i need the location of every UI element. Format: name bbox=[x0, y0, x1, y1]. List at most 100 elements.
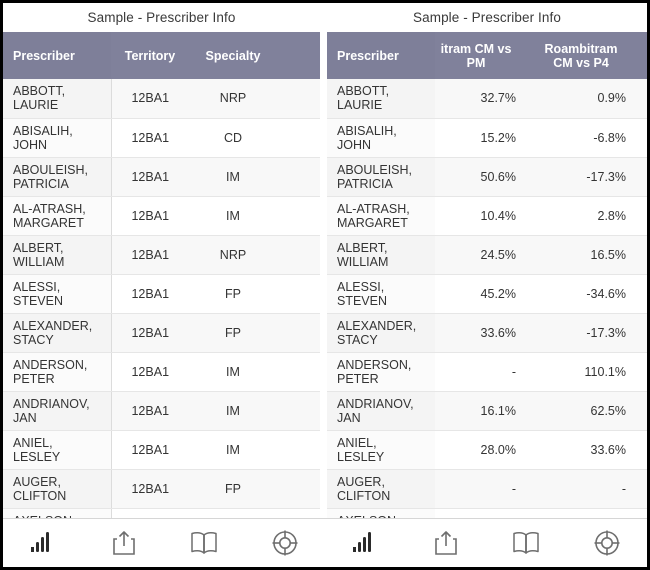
left-col-header-prescriber[interactable]: Prescriber bbox=[3, 32, 111, 79]
toolbar-right-group bbox=[325, 519, 647, 567]
right-col-header-metric-1[interactable]: itram CM vs PM bbox=[426, 32, 526, 79]
table-row[interactable]: AUGER, CLIFTON - - bbox=[327, 469, 647, 509]
table-row[interactable]: ANIEL, LESLEY28.0%33.6%- bbox=[327, 430, 647, 470]
table-row[interactable]: ABISALIH, JOHN 15.2% -6.8% bbox=[327, 118, 647, 158]
cell-metric-1: 50.6% bbox=[426, 157, 526, 197]
table-row[interactable]: AUGER, CLIFTON12BA1FPFARM bbox=[3, 469, 320, 509]
cell-city: ROC bbox=[277, 352, 320, 392]
cell-metric-2: 0.9% bbox=[526, 79, 636, 119]
left-col-header-territory[interactable]: Territory bbox=[111, 32, 189, 79]
cell-prescriber: AXELSON, ROBERT bbox=[3, 508, 112, 518]
target-icon bbox=[272, 530, 298, 556]
right-data-table: Prescriber itram CM vs PM Roambitram CM … bbox=[327, 32, 647, 518]
table-row[interactable]: ABISALIH, JOHN12BA1CDAU bbox=[3, 118, 320, 158]
cell-metric-3 bbox=[636, 508, 647, 518]
cell-specialty: NRP bbox=[189, 235, 277, 275]
table-row[interactable]: ANIEL, LESLEY12BA1IMRU bbox=[3, 430, 320, 470]
book-button[interactable] bbox=[498, 523, 554, 563]
cell-specialty: FP bbox=[189, 313, 277, 353]
cell-metric-3 bbox=[636, 118, 647, 158]
table-row[interactable]: AL-ATRASH, MARGARET12BA1IMBA bbox=[3, 196, 320, 236]
cell-territory: 12BA1 bbox=[111, 352, 189, 392]
share-button[interactable] bbox=[418, 523, 474, 563]
book-button[interactable] bbox=[176, 523, 232, 563]
table-row[interactable]: ALBERT, WILLIAM24.5%16.5%1,1 bbox=[327, 235, 647, 275]
cell-specialty: CD bbox=[189, 118, 277, 158]
right-col-header-metric-2[interactable]: Roambitram CM vs P4 bbox=[526, 32, 636, 79]
cell-metric-2: -17.3% bbox=[526, 313, 636, 353]
cell-metric-1: 28.0% bbox=[426, 430, 526, 470]
left-grid-scroll-area[interactable]: Prescriber Territory Specialty C ABBOTT,… bbox=[3, 32, 320, 518]
right-grid-scroll-area[interactable]: Prescriber itram CM vs PM Roambitram CM … bbox=[327, 32, 647, 518]
cell-specialty: NRP bbox=[189, 508, 277, 518]
table-row[interactable]: ABBOTT, LAURIE 32.7% 0.9% bbox=[327, 79, 647, 119]
cell-specialty: FP bbox=[189, 469, 277, 509]
cell-city: PRES bbox=[277, 313, 320, 353]
cell-metric-1: 32.7% bbox=[426, 79, 526, 119]
chart-button[interactable] bbox=[15, 523, 71, 563]
cell-prescriber: ANDRIANOV, JAN bbox=[3, 391, 112, 431]
cell-city: BA bbox=[277, 196, 320, 236]
left-data-table: Prescriber Territory Specialty C ABBOTT,… bbox=[3, 32, 320, 518]
cell-prescriber: ABOULEISH, PATRICIA bbox=[3, 157, 112, 197]
left-col-header-specialty[interactable]: Specialty bbox=[189, 32, 277, 79]
cell-territory: 12BA1 bbox=[111, 469, 189, 509]
table-row[interactable]: ANDRIANOV, JAN16.1%62.5%- bbox=[327, 391, 647, 431]
cell-metric-1: 45.2% bbox=[426, 274, 526, 314]
left-table-body: ABBOTT, LAURIE12BA1NRPWATABISALIH, JOHN1… bbox=[3, 79, 320, 518]
cell-specialty: IM bbox=[189, 352, 277, 392]
cell-territory: 12BA1 bbox=[111, 235, 189, 275]
cell-prescriber: ABISALIH, JOHN bbox=[3, 118, 112, 158]
right-table-body: ABBOTT, LAURIE 32.7% 0.9% ABISALIH, JOHN 15.… bbox=[327, 79, 647, 518]
cell-prescriber: ABBOTT, LAURIE bbox=[327, 79, 436, 119]
app-window: Sample - Prescriber Info Prescriber Terr… bbox=[0, 0, 650, 570]
table-row[interactable]: ALEXANDER, STACY12BA1FPPRES bbox=[3, 313, 320, 353]
cell-city: RU bbox=[277, 430, 320, 470]
cell-metric-3: - bbox=[636, 430, 647, 470]
table-row[interactable]: ANDERSON, PETER12BA1IMROC bbox=[3, 352, 320, 392]
cell-specialty: IM bbox=[189, 430, 277, 470]
table-row[interactable]: AL-ATRASH, MARGARET10.4%2.8%1 bbox=[327, 196, 647, 236]
cell-specialty: NRP bbox=[189, 79, 277, 119]
table-row[interactable]: ANDERSON, PETER -110.1% bbox=[327, 352, 647, 392]
cell-metric-2: - bbox=[526, 469, 636, 509]
table-row[interactable]: ALEXANDER, STACY33.6%-17.3%-1 bbox=[327, 313, 647, 353]
cell-territory: 12BA1 bbox=[111, 391, 189, 431]
left-col-header-city[interactable]: C bbox=[277, 32, 320, 79]
cell-metric-3: 1,1 bbox=[636, 235, 647, 275]
cell-prescriber: ANIEL, LESLEY bbox=[3, 430, 112, 470]
cell-metric-3 bbox=[636, 274, 647, 314]
cell-metric-2: 33.6% bbox=[526, 430, 636, 470]
table-row[interactable]: AXELSON, ROBERT-- bbox=[327, 508, 647, 518]
target-button[interactable] bbox=[257, 523, 313, 563]
cell-metric-2: 2.8% bbox=[526, 196, 636, 236]
cell-prescriber: ANIEL, LESLEY bbox=[327, 430, 436, 470]
table-row[interactable]: ABBOTT, LAURIE12BA1NRPWAT bbox=[3, 79, 320, 119]
table-row[interactable]: ANDRIANOV, JAN12BA1IMMAD bbox=[3, 391, 320, 431]
table-row[interactable]: ABOULEISH, PATRICIA12BA1IMHO bbox=[3, 157, 320, 197]
cell-metric-1: 16.1% bbox=[426, 391, 526, 431]
book-icon bbox=[190, 531, 218, 555]
cell-city: LEV bbox=[277, 235, 320, 275]
right-col-header-metric-3[interactable]: Prextrol CM bbox=[636, 32, 647, 79]
cell-specialty: FP bbox=[189, 274, 277, 314]
table-row[interactable]: ALESSI, STEVEN 45.2% -34.6% bbox=[327, 274, 647, 314]
share-button[interactable] bbox=[96, 523, 152, 563]
cell-metric-2: 110.1% bbox=[526, 352, 636, 392]
cell-city: HO bbox=[277, 157, 320, 197]
cell-prescriber: ALESSI, STEVEN bbox=[327, 274, 436, 314]
cell-prescriber: ALEXANDER, STACY bbox=[3, 313, 112, 353]
target-button[interactable] bbox=[579, 523, 635, 563]
chart-button[interactable] bbox=[337, 523, 393, 563]
table-row[interactable]: ALBERT, WILLIAM12BA1NRPLEV bbox=[3, 235, 320, 275]
target-icon bbox=[594, 530, 620, 556]
cell-specialty: IM bbox=[189, 391, 277, 431]
table-row[interactable]: ALESSI, STEVEN12BA1FPLIN bbox=[3, 274, 320, 314]
left-panel-title: Sample - Prescriber Info bbox=[3, 3, 320, 32]
table-row[interactable]: ABOULEISH, PATRICIA 50.6% -17.3% bbox=[327, 157, 647, 197]
right-header-row: Prescriber itram CM vs PM Roambitram CM … bbox=[327, 32, 647, 79]
cell-city: FARM bbox=[277, 469, 320, 509]
cell-metric-3 bbox=[636, 157, 647, 197]
right-col-header-prescriber[interactable]: Prescriber bbox=[327, 32, 435, 79]
table-row[interactable]: AXELSON, ROBERT12BA1NRPWAT bbox=[3, 508, 320, 518]
